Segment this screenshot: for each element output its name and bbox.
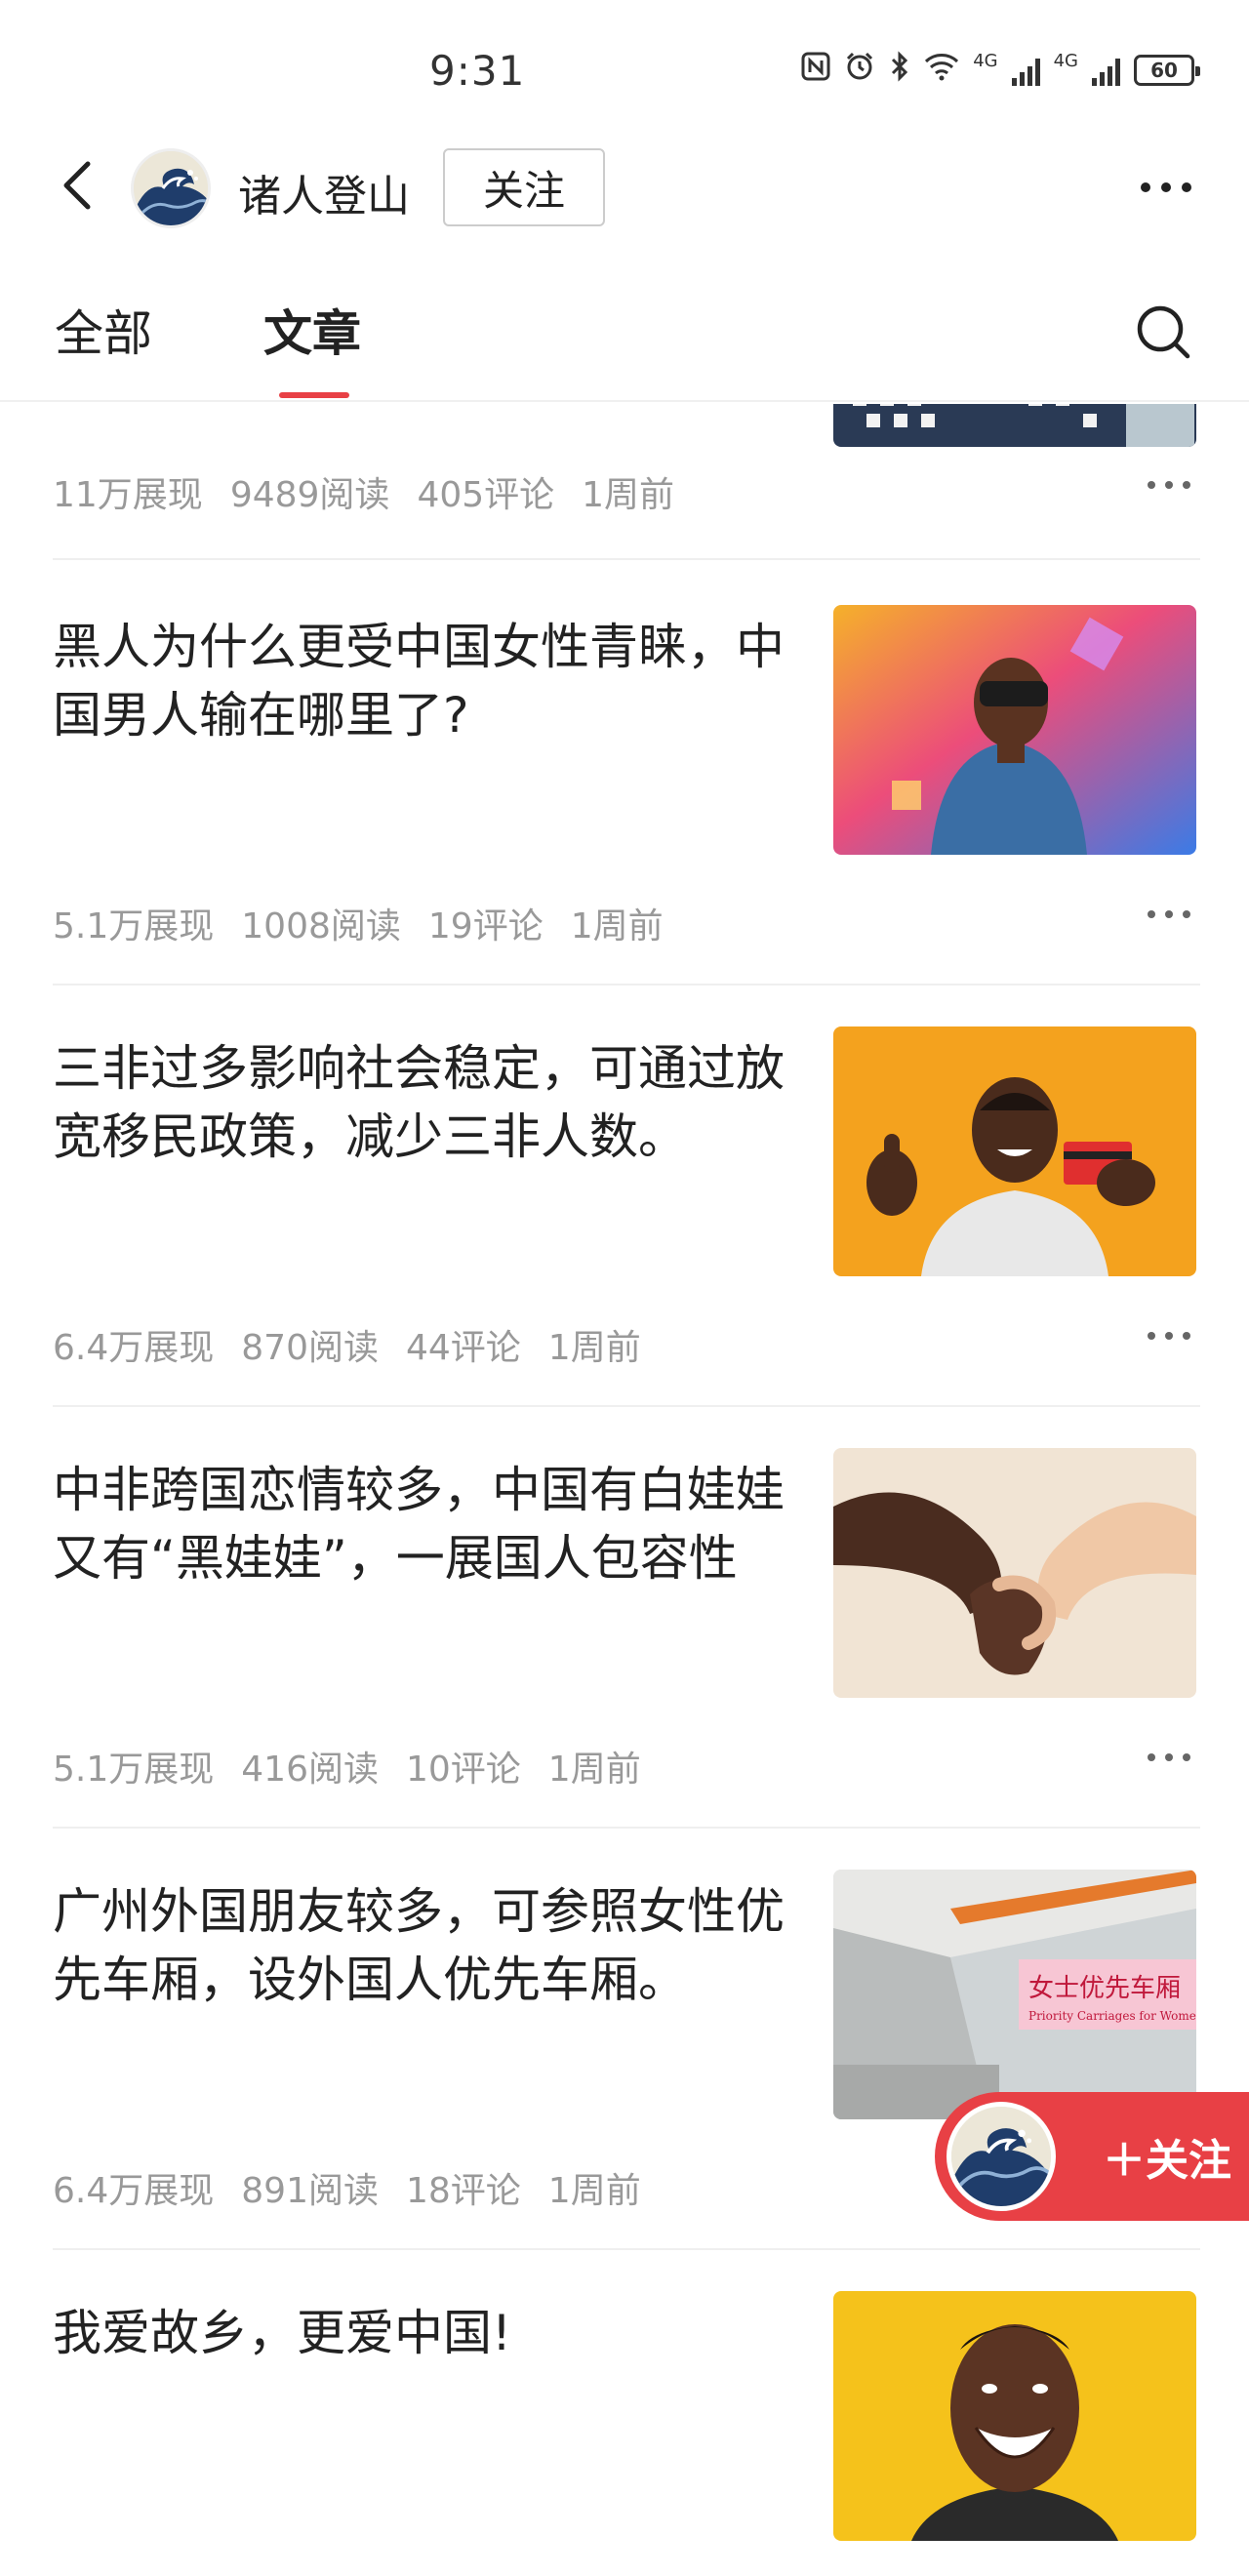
article-more-button[interactable] [1142,900,1196,929]
carriage-sign-subtext: Priority Carriages for Women [1028,2009,1196,2023]
comments-count: 10评论 [405,1750,521,1790]
publish-time: 1周前 [570,906,664,946]
publish-time: 1周前 [547,2171,641,2211]
article-item[interactable]: 黑人为什么更受中国女性青睐，中国男人输在哪里了? 5.1万展现 1008阅读 1… [0,564,1249,986]
tab-articles[interactable]: 文章 [263,295,361,365]
article-item[interactable]: 我爱故乡，更爱中国! [0,2250,1249,2576]
article-title[interactable]: 三非过多影响社会稳定，可通过放宽移民政策，减少三非人数。 [53,1034,794,1171]
publish-time: 1周前 [547,1328,641,1368]
network-label-2: 4G [1053,50,1078,71]
floating-follow-label: ＋关注 [1103,2136,1231,2186]
comments-count: 44评论 [405,1328,521,1368]
status-bar: 9:31 4G 4G 60 [0,0,1249,146]
impressions-count: 11万展现 [53,475,203,515]
publish-time: 1周前 [547,1750,641,1790]
alarm-icon [844,51,875,90]
impressions-count: 5.1万展现 [53,1750,215,1790]
article-stats: 5.1万展现 416阅读 10评论 1周前 [53,1741,641,1791]
wave-avatar-image [947,2102,1056,2211]
article-title[interactable]: 黑人为什么更受中国女性青睐，中国男人输在哪里了? [53,613,794,749]
network-label-1: 4G [973,50,998,71]
article-more-button[interactable] [1142,1321,1196,1350]
article-thumbnail [833,1026,1196,1276]
divider [53,558,1200,560]
wave-avatar-image [131,148,211,228]
battery-level: 60 [1150,59,1178,82]
reads-count: 416阅读 [241,1750,379,1790]
article-item[interactable]: 11万展现 9489阅读 405评论 1周前 [0,404,1249,560]
tab-bar: 全部 文章 [0,283,1249,402]
article-thumbnail [833,404,1196,447]
article-more-button[interactable] [1142,1743,1196,1772]
article-title[interactable]: 我爱故乡，更爱中国! [53,2299,794,2367]
reads-count: 870阅读 [241,1328,379,1368]
more-horizontal-icon [1141,182,1191,192]
article-more-button[interactable] [1142,470,1196,500]
nfc-icon [801,52,830,89]
article-title[interactable]: 中非跨国恋情较多，中国有白娃娃又有“黑娃娃”，一展国人包容性 [53,1456,794,1592]
article-title[interactable]: 广州外国朋友较多，可参照女性优先车厢，设外国人优先车厢。 [53,1877,794,2014]
article-feed: 11万展现 9489阅读 405评论 1周前 黑人为什么更受中国女性青睐，中国男… [0,404,1249,2576]
publish-time: 1周前 [582,475,675,515]
reads-count: 891阅读 [241,2171,379,2211]
article-stats: 5.1万展现 1008阅读 19评论 1周前 [53,898,664,948]
comments-count: 18评论 [405,2171,521,2211]
battery-icon: 60 [1134,55,1200,86]
bluetooth-icon [889,51,910,90]
article-thumbnail [833,1448,1196,1698]
status-time: 9:31 [429,47,526,95]
comments-count: 19评论 [427,906,544,946]
signal-icon [1011,55,1040,86]
comments-count: 405评论 [417,475,555,515]
article-item[interactable]: 三非过多影响社会稳定，可通过放宽移民政策，减少三非人数。 6.4万展现 870阅… [0,986,1249,1407]
more-options-button[interactable] [1132,168,1200,207]
chevron-left-icon [63,161,91,210]
article-stats: 6.4万展现 870阅读 44评论 1周前 [53,1319,641,1370]
active-tab-indicator [279,392,349,398]
reads-count: 1008阅读 [241,906,401,946]
more-horizontal-icon [1148,1332,1190,1340]
wifi-icon [924,52,959,89]
impressions-count: 6.4万展现 [53,2171,215,2211]
impressions-count: 6.4万展现 [53,1328,215,1368]
impressions-count: 5.1万展现 [53,906,215,946]
author-name[interactable]: 诸人登山 [238,161,410,223]
search-button[interactable] [1132,301,1194,363]
follow-button[interactable]: 关注 [443,148,605,226]
article-thumbnail [833,2291,1196,2541]
article-item[interactable]: 中非跨国恋情较多，中国有白娃娃又有“黑娃娃”，一展国人包容性 5.1万展现 41… [0,1407,1249,1829]
tab-all[interactable]: 全部 [55,295,152,365]
carriage-sign-text: 女士优先车厢 [1028,1974,1181,2003]
article-stats: 11万展现 9489阅读 405评论 1周前 [53,466,674,517]
article-stats: 6.4万展现 891阅读 18评论 1周前 [53,2162,641,2213]
back-button[interactable] [51,156,109,215]
author-avatar[interactable] [131,148,211,228]
more-horizontal-icon [1148,910,1190,918]
floating-follow-button[interactable]: ＋关注 [935,2092,1249,2221]
status-icons: 4G 4G 60 [801,50,1200,90]
reads-count: 9489阅读 [229,475,390,515]
more-horizontal-icon [1148,1753,1190,1761]
article-thumbnail [833,605,1196,855]
article-thumbnail: 女士优先车厢 Priority Carriages for Women [833,1870,1196,2119]
more-horizontal-icon [1148,481,1190,489]
signal-icon [1092,55,1120,86]
search-icon [1137,305,1190,359]
